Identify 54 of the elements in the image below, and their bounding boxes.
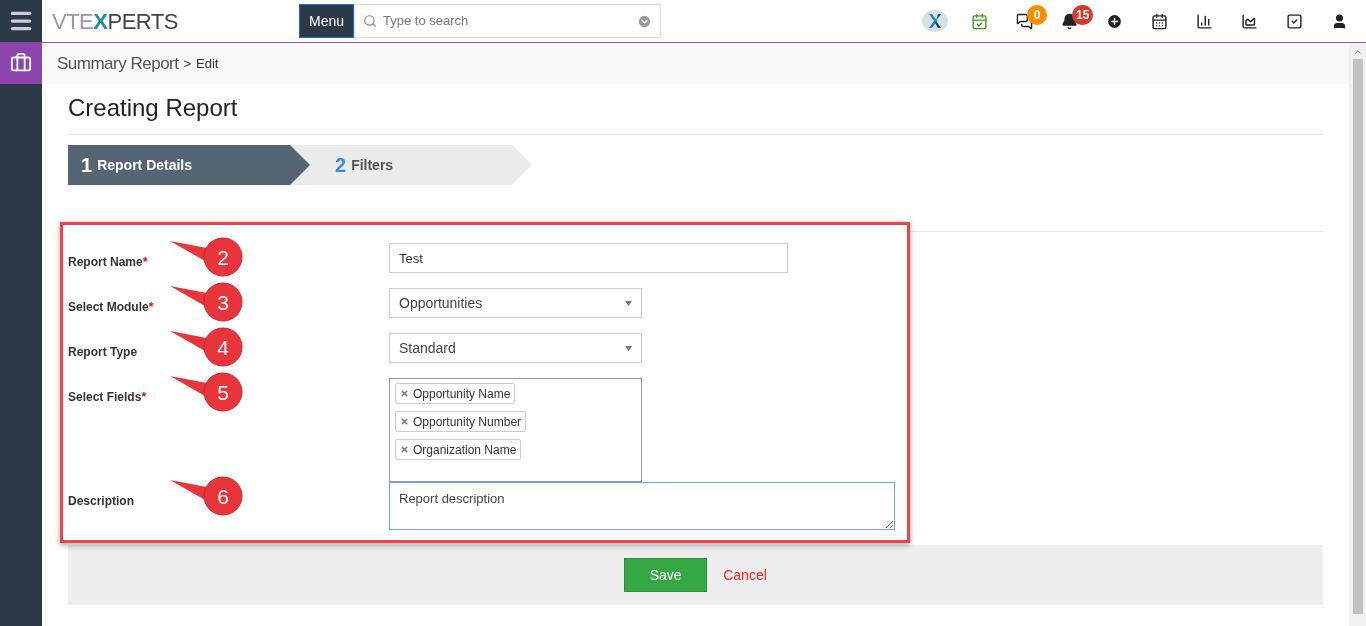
numbered-callout: 4 [168, 325, 248, 369]
chevron-down-icon[interactable] [637, 13, 653, 29]
briefcase-icon [9, 52, 33, 74]
page-title: Creating Report [68, 84, 1323, 135]
numbered-callout: 6 [168, 474, 248, 518]
search-bar[interactable]: Type to search [354, 4, 662, 38]
selected-tag[interactable]: Opportunity Number [395, 411, 527, 432]
field-label: Report Type [68, 345, 138, 359]
plus-icon[interactable] [1106, 12, 1123, 30]
user-icon[interactable] [1331, 12, 1348, 30]
field-label: Select Fields* [68, 390, 147, 404]
tag-label: Opportunity Number [413, 413, 522, 431]
remove-icon[interactable] [400, 445, 409, 454]
remove-icon[interactable] [400, 389, 409, 398]
select-dropdown[interactable]: Opportunities [389, 288, 642, 318]
breadcrumb-separator: > [183, 54, 192, 73]
bell-icon[interactable] [1061, 12, 1078, 30]
checkbox-icon[interactable] [1286, 12, 1303, 30]
multi-select-field[interactable]: Opportunity Name Opportunity Number Organization Name [389, 378, 642, 482]
menu-button[interactable]: Menu [299, 4, 355, 38]
wizard-step[interactable]: 1 Report Details [68, 145, 310, 185]
dropdown-arrow-icon [625, 345, 632, 351]
vtexperts-logo[interactable]: VTEXPERTS [52, 4, 299, 38]
dropdown-arrow-icon [625, 300, 632, 306]
scroll-up-icon[interactable] [1352, 47, 1363, 57]
selected-tag[interactable]: Organization Name [395, 439, 522, 460]
field-label: Select Module* [68, 300, 154, 314]
bar-chart-icon[interactable] [1196, 12, 1213, 30]
numbered-callout: 2 [168, 235, 248, 279]
calendar-check-icon[interactable] [971, 12, 988, 30]
numbered-callout: 3 [168, 280, 248, 324]
chat-icon[interactable] [1016, 12, 1033, 30]
scrollbar[interactable] [1349, 43, 1366, 626]
field-label: Report Name* [68, 255, 148, 269]
field-label: Description [68, 494, 134, 508]
calendar-icon[interactable] [1151, 12, 1168, 30]
select-dropdown[interactable]: Standard [389, 333, 642, 363]
wizard-step[interactable]: 2 Filters [290, 145, 532, 185]
tag-label: Organization Name [413, 441, 517, 459]
selected-tag[interactable]: Opportunity Name [395, 383, 516, 404]
search-icon [363, 14, 378, 28]
x-logo-icon[interactable] [921, 10, 948, 32]
description-field[interactable]: Report description [389, 482, 895, 530]
tag-label: Opportunity Name [413, 385, 511, 403]
remove-icon[interactable] [400, 417, 409, 426]
area-chart-icon[interactable] [1241, 12, 1258, 30]
breadcrumb-title[interactable]: Summary Report [57, 50, 179, 77]
notification-badge: 0 [1027, 4, 1047, 25]
reports-module-tab[interactable] [0, 42, 42, 84]
notification-badge: 15 [1072, 4, 1094, 25]
breadcrumb-current: Edit [196, 54, 219, 73]
text-field[interactable]: Test [389, 243, 788, 273]
numbered-callout: 5 [168, 370, 248, 414]
search-field[interactable]: Type to search [383, 11, 632, 31]
